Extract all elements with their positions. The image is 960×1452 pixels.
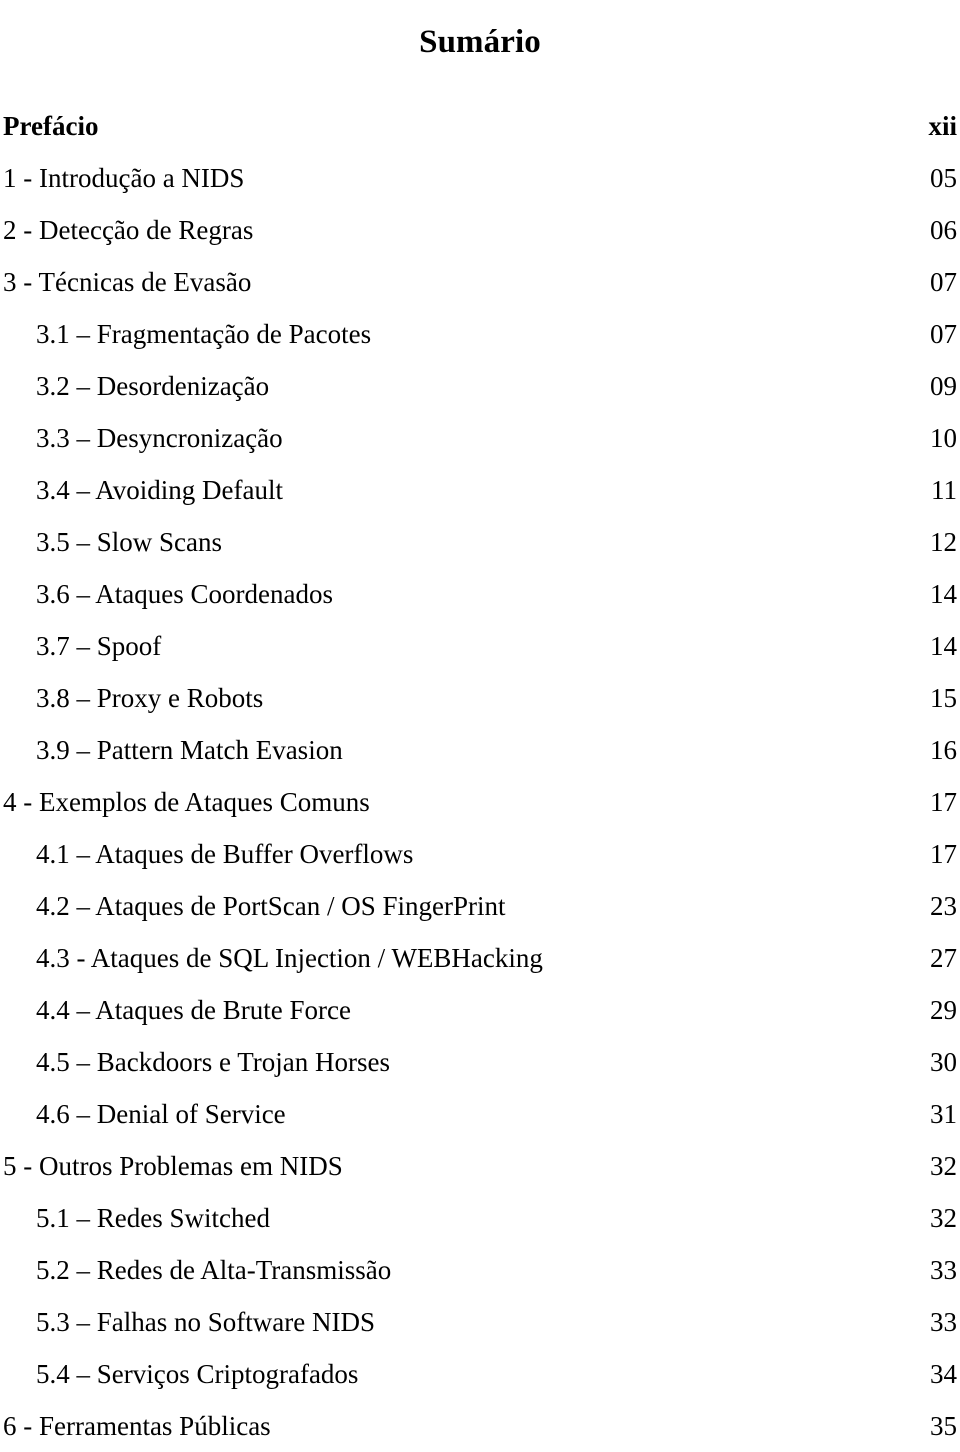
toc-entry[interactable]: 4.3 - Ataques de SQL Injection / WEBHack… xyxy=(0,932,960,984)
document-page: Sumário Prefácio xii 1 - Introdução a NIDS… xyxy=(0,0,960,1441)
toc-entry[interactable]: 3.4 – Avoiding Default 11 xyxy=(0,464,960,516)
toc-entry-label: 3 - Técnicas de Evasão xyxy=(3,267,252,297)
toc-entry-label: 4.4 – Ataques de Brute Force xyxy=(36,995,351,1025)
toc-entry-label: 3.3 – Desyncronização xyxy=(36,423,283,453)
toc-entry[interactable]: Prefácio xii xyxy=(0,100,960,152)
toc-entry[interactable]: 5.2 – Redes de Alta-Transmissão 33 xyxy=(0,1244,960,1296)
toc-entry[interactable]: 4.2 – Ataques de PortScan / OS FingerPri… xyxy=(0,880,960,932)
toc-entry-page-number: 33 xyxy=(930,1255,957,1285)
toc-entry[interactable]: 2 - Detecção de Regras 06 xyxy=(0,204,960,256)
toc-entry[interactable]: 3.9 – Pattern Match Evasion 16 xyxy=(0,724,960,776)
toc-entry-page-number: 34 xyxy=(930,1359,957,1389)
toc-entry-page-number: 09 xyxy=(930,371,957,401)
toc-entry-page-number: 23 xyxy=(930,891,957,921)
toc-entry-label: 3.9 – Pattern Match Evasion xyxy=(36,735,343,765)
toc-entry[interactable]: 3.5 – Slow Scans 12 xyxy=(0,516,960,568)
toc-entry-page-number: 27 xyxy=(930,943,957,973)
toc-entry-page-number: 05 xyxy=(930,163,957,193)
toc-entry-label: 3.4 – Avoiding Default xyxy=(36,475,283,505)
toc-entry-label: 3.1 – Fragmentação de Pacotes xyxy=(36,319,372,349)
toc-entry-page-number: 15 xyxy=(930,683,957,713)
toc-entry-label: 4.2 – Ataques de PortScan / OS FingerPri… xyxy=(36,891,506,921)
toc-entry-page-number: 11 xyxy=(931,475,957,505)
toc-entry-page-number: 10 xyxy=(930,423,957,453)
toc-entry-page-number: 32 xyxy=(930,1203,957,1233)
toc-entry[interactable]: 5.3 – Falhas no Software NIDS 33 xyxy=(0,1296,960,1348)
toc-entry-label: 4.5 – Backdoors e Trojan Horses xyxy=(36,1047,390,1077)
toc-entry[interactable]: 3.7 – Spoof 14 xyxy=(0,620,960,672)
toc-entry-page-number: xii xyxy=(928,111,957,141)
toc-entry[interactable]: 3 - Técnicas de Evasão 07 xyxy=(0,256,960,308)
toc-entry[interactable]: 4.5 – Backdoors e Trojan Horses 30 xyxy=(0,1036,960,1088)
toc-entry-page-number: 06 xyxy=(930,215,957,245)
toc-entry-label: 4.3 - Ataques de SQL Injection / WEBHack… xyxy=(36,943,543,973)
toc-entry-page-number: 30 xyxy=(930,1047,957,1077)
toc-entry-page-number: 17 xyxy=(930,839,957,869)
toc-entry-page-number: 16 xyxy=(930,735,957,765)
toc-entry[interactable]: 6 - Ferramentas Públicas 35 xyxy=(0,1400,960,1452)
toc-entry-label: 3.2 – Desordenização xyxy=(36,371,270,401)
toc-entry-label: 5.4 – Serviços Criptografados xyxy=(36,1359,359,1389)
toc-entry[interactable]: 3.6 – Ataques Coordenados 14 xyxy=(0,568,960,620)
toc-entry[interactable]: 3.8 – Proxy e Robots 15 xyxy=(0,672,960,724)
toc-entry[interactable]: 5.1 – Redes Switched 32 xyxy=(0,1192,960,1244)
toc-entry-label: 5.2 – Redes de Alta-Transmissão xyxy=(36,1255,392,1285)
toc-entry[interactable]: 5 - Outros Problemas em NIDS 32 xyxy=(0,1140,960,1192)
toc-entry-label: 5.1 – Redes Switched xyxy=(36,1203,270,1233)
toc-entry[interactable]: 4.1 – Ataques de Buffer Overflows 17 xyxy=(0,828,960,880)
toc-entry-page-number: 35 xyxy=(930,1411,957,1441)
page-title: Sumário xyxy=(419,24,541,61)
toc-entry-page-number: 07 xyxy=(930,267,957,297)
toc-entry-page-number: 14 xyxy=(930,579,957,609)
toc-entry-label: 2 - Detecção de Regras xyxy=(3,215,254,245)
toc-entry-page-number: 32 xyxy=(930,1151,957,1181)
toc-entry-label: 5 - Outros Problemas em NIDS xyxy=(3,1151,343,1181)
toc-entry-label: Prefácio xyxy=(3,111,99,141)
toc-entry[interactable]: 1 - Introdução a NIDS 05 xyxy=(0,152,960,204)
toc-entry-page-number: 31 xyxy=(930,1099,957,1129)
toc-entry[interactable]: 5.4 – Serviços Criptografados 34 xyxy=(0,1348,960,1400)
toc-entry-page-number: 12 xyxy=(930,527,957,557)
toc-entry-label: 4 - Exemplos de Ataques Comuns xyxy=(3,787,370,817)
toc-entry-page-number: 17 xyxy=(930,787,957,817)
table-of-contents: Prefácio xii 1 - Introdução a NIDS 05 2 - De… xyxy=(0,100,960,1452)
toc-entry[interactable]: 4.4 – Ataques de Brute Force 29 xyxy=(0,984,960,1036)
toc-entry-page-number: 07 xyxy=(930,319,957,349)
toc-entry[interactable]: 4.6 – Denial of Service 31 xyxy=(0,1088,960,1140)
toc-entry-page-number: 14 xyxy=(930,631,957,661)
toc-entry-label: 4.6 – Denial of Service xyxy=(36,1099,286,1129)
toc-entry[interactable]: 3.2 – Desordenização 09 xyxy=(0,360,960,412)
toc-entry-label: 3.5 – Slow Scans xyxy=(36,527,223,557)
toc-entry-label: 4.1 – Ataques de Buffer Overflows xyxy=(36,839,414,869)
toc-entry-label: 3.7 – Spoof xyxy=(36,631,162,661)
toc-entry-label: 3.8 – Proxy e Robots xyxy=(36,683,264,713)
toc-entry[interactable]: 3.3 – Desyncronização 10 xyxy=(0,412,960,464)
toc-entry-label: 5.3 – Falhas no Software NIDS xyxy=(36,1307,375,1337)
toc-entry-label: 6 - Ferramentas Públicas xyxy=(3,1411,271,1441)
toc-entry-page-number: 33 xyxy=(930,1307,957,1337)
toc-entry-page-number: 29 xyxy=(930,995,957,1025)
toc-entry[interactable]: 4 - Exemplos de Ataques Comuns 17 xyxy=(0,776,960,828)
toc-entry-label: 3.6 – Ataques Coordenados xyxy=(36,579,333,609)
toc-entry-label: 1 - Introdução a NIDS xyxy=(3,163,245,193)
toc-entry[interactable]: 3.1 – Fragmentação de Pacotes 07 xyxy=(0,308,960,360)
